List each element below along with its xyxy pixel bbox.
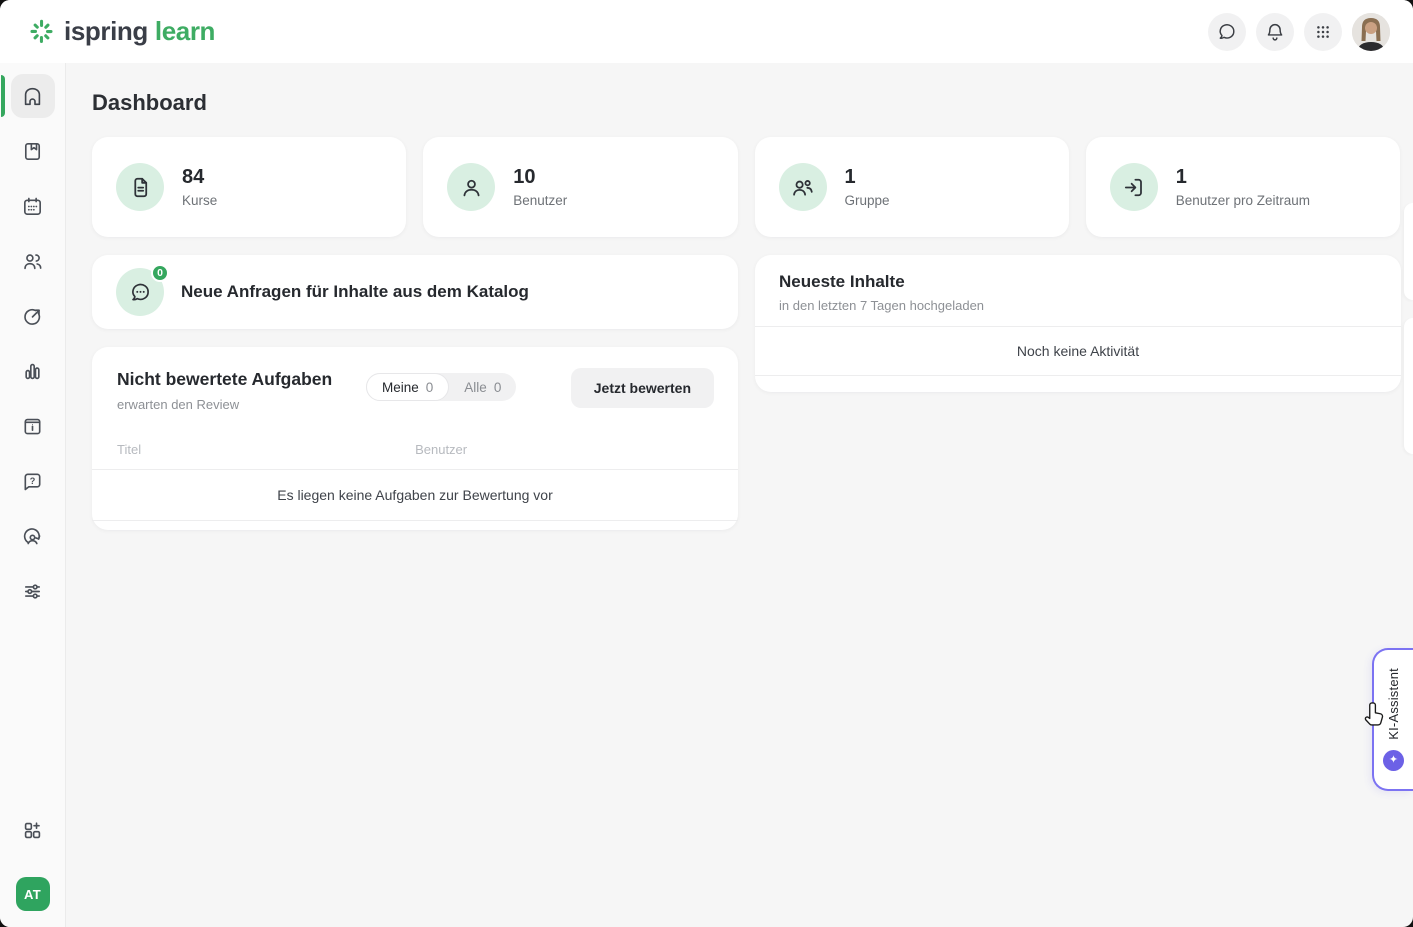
sidebar-item-home[interactable] xyxy=(11,74,55,118)
sidebar-item-add-widgets[interactable] xyxy=(11,808,55,852)
stat-card-courses[interactable]: 84 Kurse xyxy=(92,137,406,237)
sidebar-item-calendar[interactable] xyxy=(11,184,55,228)
column-title: Titel xyxy=(117,442,141,457)
target-arrow-icon xyxy=(21,305,44,328)
ispring-spinner-icon xyxy=(28,18,55,45)
stat-value: 10 xyxy=(513,166,567,189)
svg-text:?: ? xyxy=(30,475,36,485)
brand-name-secondary: learn xyxy=(155,16,215,47)
stat-label: Kurse xyxy=(182,193,217,208)
calendar-icon xyxy=(21,195,44,218)
tab-label: Alle xyxy=(464,380,487,395)
rate-now-button[interactable]: Jetzt bewerten xyxy=(571,368,714,408)
latest-content-title: Neueste Inhalte xyxy=(779,272,1377,292)
sidebar-item-courses[interactable] xyxy=(11,129,55,173)
top-bar: ispring learn xyxy=(0,0,1413,63)
page-title: Dashboard xyxy=(92,90,207,116)
stat-card-users[interactable]: 10 Benutzer xyxy=(423,137,737,237)
top-bar-actions xyxy=(1208,13,1390,51)
users-icon xyxy=(21,250,44,273)
catalog-requests-card[interactable]: 0 Neue Anfragen für Inhalte aus dem Kata… xyxy=(92,255,738,329)
ungraded-tasks-subtitle: erwarten den Review xyxy=(117,397,239,412)
sidebar-item-goals[interactable] xyxy=(11,294,55,338)
column-user: Benutzer xyxy=(415,442,467,457)
apps-launcher-button[interactable] xyxy=(1304,13,1342,51)
person-orbit-icon xyxy=(21,525,44,548)
brand-name-primary: ispring xyxy=(64,16,148,47)
stat-value: 1 xyxy=(1176,166,1310,189)
main-content: Dashboard 84 Kurse xyxy=(67,63,1413,927)
notifications-button[interactable] xyxy=(1256,13,1294,51)
tab-my-tasks[interactable]: Meine 0 xyxy=(366,373,449,401)
ai-assistant-tab[interactable]: KI-Assistent ✦ xyxy=(1372,648,1413,791)
login-icon xyxy=(1110,163,1158,211)
info-board-icon xyxy=(21,415,44,438)
ai-assistant-label: KI-Assistent xyxy=(1386,668,1401,740)
add-apps-icon xyxy=(21,819,44,842)
sidebar: ? xyxy=(0,63,66,927)
tasks-filter-toggle: Meine 0 Alle 0 xyxy=(366,373,516,401)
sidebar-item-help[interactable]: ? xyxy=(11,459,55,503)
stat-card-groups[interactable]: 1 Gruppe xyxy=(755,137,1069,237)
sidebar-item-settings[interactable] xyxy=(11,569,55,613)
latest-content-subtitle: in den letzten 7 Tagen hochgeladen xyxy=(779,298,1377,313)
apps-grid-icon xyxy=(1313,22,1333,42)
bar-chart-icon xyxy=(21,360,44,383)
stat-label: Gruppe xyxy=(845,193,890,208)
sidebar-item-newsfeed[interactable] xyxy=(11,404,55,448)
sidebar-item-users[interactable] xyxy=(11,239,55,283)
messages-button[interactable] xyxy=(1208,13,1246,51)
tasks-empty-state: Es liegen keine Aufgaben zur Bewertung v… xyxy=(92,469,738,521)
ungraded-tasks-title: Nicht bewertete Aufgaben xyxy=(117,369,332,390)
latest-content-card: Neueste Inhalte in den letzten 7 Tagen h… xyxy=(755,255,1401,392)
ungraded-tasks-card: Nicht bewertete Aufgaben erwarten den Re… xyxy=(92,347,738,530)
book-icon xyxy=(21,140,44,163)
app-window: ispring learn xyxy=(0,0,1413,927)
tab-count: 0 xyxy=(426,380,434,395)
person-icon xyxy=(447,163,495,211)
workspace-avatar[interactable]: AT xyxy=(16,877,50,911)
chat-icon xyxy=(1216,21,1238,43)
bell-icon xyxy=(1264,21,1286,43)
tab-label: Meine xyxy=(382,380,419,395)
stat-card-logins[interactable]: 1 Benutzer pro Zeitraum xyxy=(1086,137,1400,237)
brand-logo[interactable]: ispring learn xyxy=(28,16,215,47)
sparkle-icon: ✦ xyxy=(1383,750,1404,771)
question-bubble-icon: ? xyxy=(21,470,44,493)
stat-label: Benutzer xyxy=(513,193,567,208)
requests-count-badge: 0 xyxy=(151,264,169,282)
tab-all-tasks[interactable]: Alle 0 xyxy=(449,373,516,401)
sliders-icon xyxy=(21,580,44,603)
stat-label: Benutzer pro Zeitraum xyxy=(1176,193,1310,208)
sidebar-item-support[interactable] xyxy=(11,514,55,558)
stat-value: 1 xyxy=(845,166,890,189)
peeking-card-edge xyxy=(1404,203,1413,300)
home-icon xyxy=(21,85,44,108)
profile-avatar[interactable] xyxy=(1352,13,1390,51)
tab-count: 0 xyxy=(494,380,502,395)
latest-content-empty-state: Noch keine Aktivität xyxy=(755,326,1401,376)
tasks-table-header: Titel Benutzer xyxy=(117,442,713,457)
stats-row: 84 Kurse 10 Benutzer xyxy=(92,137,1400,237)
peeking-card-edge xyxy=(1404,318,1413,454)
stat-value: 84 xyxy=(182,166,217,189)
document-icon xyxy=(116,163,164,211)
sidebar-item-reports[interactable] xyxy=(11,349,55,393)
group-icon xyxy=(779,163,827,211)
catalog-requests-label: Neue Anfragen für Inhalte aus dem Katalo… xyxy=(181,282,529,302)
